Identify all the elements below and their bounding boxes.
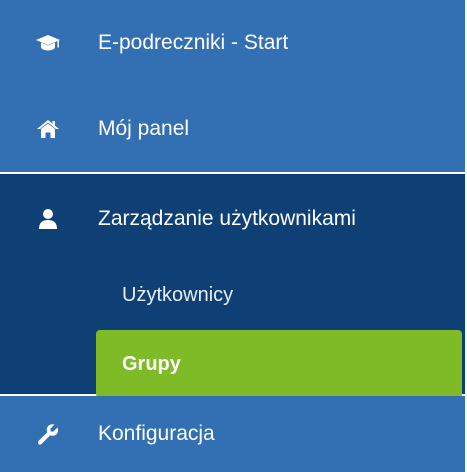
submenu-item-label: Grupy (122, 352, 181, 375)
user-icon (36, 207, 60, 231)
menu-item-moj-panel[interactable]: Mój panel (0, 86, 467, 172)
menu-section-user-management: Zarządzanie użytkownikami Użytkownicy Gr… (0, 174, 467, 398)
submenu-item-grupy[interactable]: Grupy (96, 330, 462, 398)
menu-item-label: Mój panel (98, 117, 190, 140)
menu-item-label: Zarządzanie użytkownikami (98, 207, 356, 230)
menu-item-e-podreczniki-start[interactable]: E-podreczniki - Start (0, 0, 467, 86)
submenu-item-label: Użytkownicy (122, 283, 234, 306)
menu-item-label: Konfiguracja (98, 422, 215, 445)
menu-item-label: E-podreczniki - Start (98, 31, 289, 54)
wrench-icon (36, 422, 60, 446)
menu-item-konfiguracja[interactable]: Konfiguracja (0, 396, 467, 472)
submenu-item-uzytkownicy[interactable]: Użytkownicy (96, 262, 462, 328)
home-icon (36, 117, 60, 141)
graduation-cap-icon (36, 31, 60, 55)
menu-item-zarzadzanie-uzytkownikami[interactable]: Zarządzanie użytkownikami (0, 174, 467, 264)
sidebar-nav: E-podreczniki - Start Mój panel Zarządza… (0, 0, 467, 472)
